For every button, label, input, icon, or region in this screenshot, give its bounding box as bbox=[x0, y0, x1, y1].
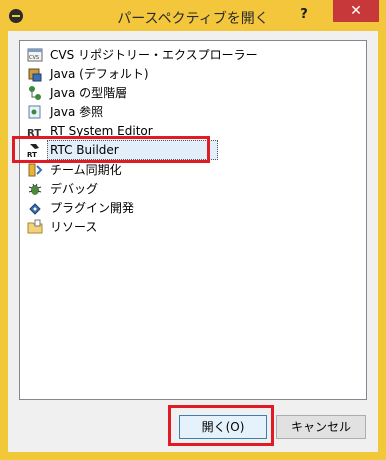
plugin-dev-icon bbox=[27, 200, 43, 216]
list-item-java[interactable]: Java (デフォルト) bbox=[27, 65, 152, 83]
help-button[interactable]: ? bbox=[284, 2, 324, 28]
resource-icon bbox=[27, 219, 43, 235]
svg-text:CVS: CVS bbox=[29, 55, 39, 61]
title-bar[interactable]: パースペクティブを開く ? ✕ bbox=[0, 0, 386, 32]
list-item-rtc-builder[interactable]: RT RTC Builder bbox=[27, 140, 218, 160]
svg-text:RT: RT bbox=[27, 128, 41, 139]
svg-text:RT: RT bbox=[27, 151, 37, 158]
list-item-java-browse[interactable]: Java 参照 bbox=[27, 103, 106, 121]
list-item-label: CVS リポジトリー・エクスプローラー bbox=[50, 48, 258, 62]
list-item-label: デバッグ bbox=[50, 182, 99, 196]
perspective-list[interactable]: CVS CVS リポジトリー・エクスプローラー Java (デフォルト) Jav… bbox=[19, 40, 367, 400]
cancel-button[interactable]: キャンセル bbox=[276, 415, 366, 439]
type-hierarchy-icon bbox=[27, 85, 43, 101]
list-item-label: Java 参照 bbox=[50, 105, 104, 119]
cvs-icon: CVS bbox=[27, 47, 43, 63]
list-item-label: Java (デフォルト) bbox=[50, 67, 149, 81]
rtc-builder-icon: RT bbox=[27, 142, 43, 159]
dialog-body: CVS CVS リポジトリー・エクスプローラー Java (デフォルト) Jav… bbox=[8, 31, 378, 452]
list-item-label: プラグイン開発 bbox=[50, 201, 135, 215]
list-item-rt-system-editor[interactable]: RT RT System Editor bbox=[27, 122, 156, 140]
java-browse-icon bbox=[27, 104, 43, 120]
close-button[interactable]: ✕ bbox=[333, 0, 379, 22]
list-item-plugin-dev[interactable]: プラグイン開発 bbox=[27, 199, 137, 217]
java-icon bbox=[27, 66, 43, 82]
open-button[interactable]: 開く(O) bbox=[179, 415, 267, 439]
list-item-label: チーム同期化 bbox=[50, 163, 122, 177]
list-item-resource[interactable]: リソース bbox=[27, 218, 100, 236]
list-item-debug[interactable]: デバッグ bbox=[27, 180, 101, 198]
rt-system-editor-icon: RT bbox=[27, 123, 43, 139]
list-item-label: RT System Editor bbox=[50, 124, 153, 138]
team-sync-icon bbox=[27, 162, 43, 178]
dialog-title: パースペクティブを開く bbox=[117, 11, 269, 27]
list-item-label: RTC Builder bbox=[47, 140, 218, 160]
list-item-cvs[interactable]: CVS CVS リポジトリー・エクスプローラー bbox=[27, 46, 261, 64]
open-perspective-dialog: パースペクティブを開く ? ✕ CVS CVS リポジトリー・エクスプローラー … bbox=[0, 0, 386, 460]
list-item-type-hierarchy[interactable]: Java の型階層 bbox=[27, 84, 130, 102]
list-item-label: Java の型階層 bbox=[50, 86, 128, 100]
debug-icon bbox=[27, 181, 43, 197]
list-item-label: リソース bbox=[50, 220, 98, 234]
list-item-team-sync[interactable]: チーム同期化 bbox=[27, 161, 125, 179]
